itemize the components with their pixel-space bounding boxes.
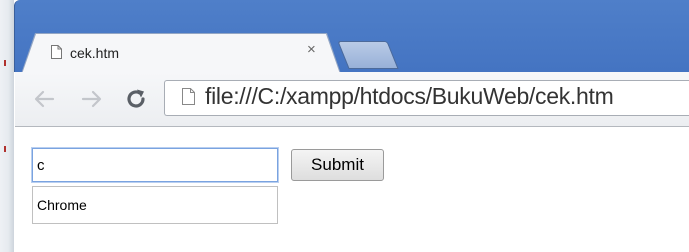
forward-arrow-icon[interactable] [78, 84, 106, 114]
page-icon [51, 45, 62, 59]
window-frame-left [0, 0, 14, 252]
tab-close-icon[interactable]: × [307, 41, 316, 58]
page-icon [182, 88, 195, 105]
frame-mark [4, 60, 6, 66]
frame-mark [4, 146, 6, 152]
url-text[interactable]: file:///C:/xampp/htdocs/BukuWeb/cek.htm [205, 83, 614, 110]
back-arrow-icon[interactable] [30, 84, 58, 114]
submit-button[interactable]: Submit [291, 149, 384, 181]
reload-icon[interactable] [122, 84, 150, 114]
autocomplete-item[interactable]: Chrome [32, 186, 278, 224]
tab-title: cek.htm [70, 45, 120, 61]
text-input[interactable] [31, 147, 279, 183]
